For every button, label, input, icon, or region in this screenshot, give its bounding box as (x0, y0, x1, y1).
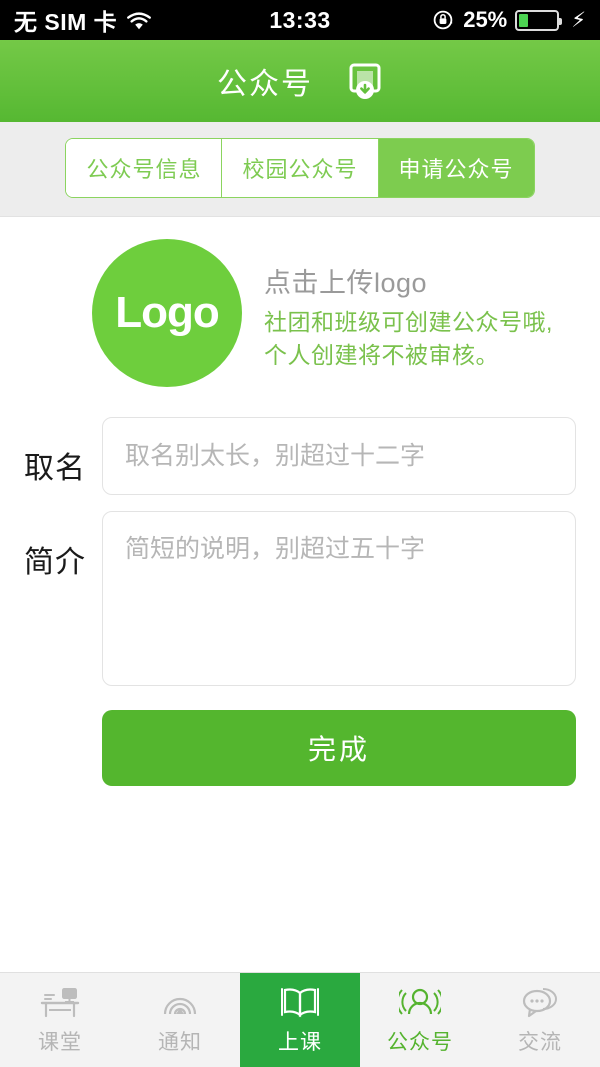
tab-communication[interactable]: 交流 (480, 973, 600, 1067)
logo-upload-button[interactable]: Logo (92, 239, 242, 387)
tab-label-gongzhonghao: 公众号 (387, 1031, 453, 1054)
broadcast-icon (159, 984, 201, 1022)
tab-class-session[interactable]: 上课 (240, 973, 360, 1067)
desk-icon (39, 984, 81, 1022)
phone-screen: 无 SIM 卡 13:33 25% ⚡ 公众号 公众号信息 校园公众号 申请公众… (0, 0, 600, 1067)
rotation-lock-icon (431, 8, 455, 32)
tab-gongzhonghao[interactable]: 公众号 (360, 973, 480, 1067)
tab-label-communication: 交流 (518, 1031, 562, 1054)
tab-label-notice: 通知 (158, 1031, 202, 1054)
lightning-bolt-icon: ⚡ (571, 8, 586, 32)
logo-text-block: 点击上传logo 社团和班级可创建公众号哦, 个人创建将不被审核。 (264, 255, 553, 370)
segmented-control: 公众号信息 校园公众号 申请公众号 (65, 138, 535, 198)
tab-label-classroom: 课堂 (38, 1031, 82, 1054)
logo-upload-row: Logo 点击上传logo 社团和班级可创建公众号哦, 个人创建将不被审核。 (24, 217, 576, 401)
status-bar: 无 SIM 卡 13:33 25% ⚡ (0, 0, 600, 40)
name-field-label: 取名 (24, 452, 86, 485)
tab-label-class-session: 上课 (278, 1031, 322, 1054)
battery-percent-label: 25% (463, 7, 508, 32)
intro-textarea[interactable] (102, 511, 576, 686)
segmented-tab-bar: 公众号信息 校园公众号 申请公众号 (0, 122, 600, 217)
logo-placeholder-text: Logo (115, 288, 220, 337)
tab-campus-gongzhonghao[interactable]: 校园公众号 (222, 139, 379, 197)
logo-note-line-1: 社团和班级可创建公众号哦, (264, 309, 553, 336)
bottom-tab-bar: 课堂 通知 上课 公众号 交流 (0, 972, 600, 1067)
chat-bubble-icon (519, 984, 561, 1022)
form-content: Logo 点击上传logo 社团和班级可创建公众号哦, 个人创建将不被审核。 取… (0, 217, 600, 972)
logo-note-line-2: 个人创建将不被审核。 (264, 341, 499, 368)
name-input[interactable] (102, 417, 576, 495)
intro-field-row: 简介 (24, 511, 576, 686)
submit-row: 完成 (24, 686, 576, 786)
tab-gongzhonghao-info[interactable]: 公众号信息 (66, 139, 223, 197)
intro-field-label: 简介 (24, 546, 86, 579)
tab-notice[interactable]: 通知 (120, 973, 240, 1067)
person-waves-icon (399, 984, 441, 1022)
logo-upload-label: 点击上传logo (264, 268, 428, 299)
open-book-icon (278, 984, 322, 1022)
battery-icon (515, 9, 563, 31)
name-field-row: 取名 (24, 417, 576, 495)
app-header: 公众号 (0, 40, 600, 122)
submit-button[interactable]: 完成 (102, 710, 576, 786)
logo-note: 社团和班级可创建公众号哦, 个人创建将不被审核。 (264, 306, 553, 370)
page-title: 公众号 (217, 68, 313, 101)
status-bar-right: 25% ⚡ (431, 7, 586, 33)
battery-fill (519, 13, 529, 27)
tab-classroom[interactable]: 课堂 (0, 973, 120, 1067)
tab-apply-gongzhonghao[interactable]: 申请公众号 (378, 139, 534, 197)
save-download-icon[interactable] (347, 62, 383, 100)
